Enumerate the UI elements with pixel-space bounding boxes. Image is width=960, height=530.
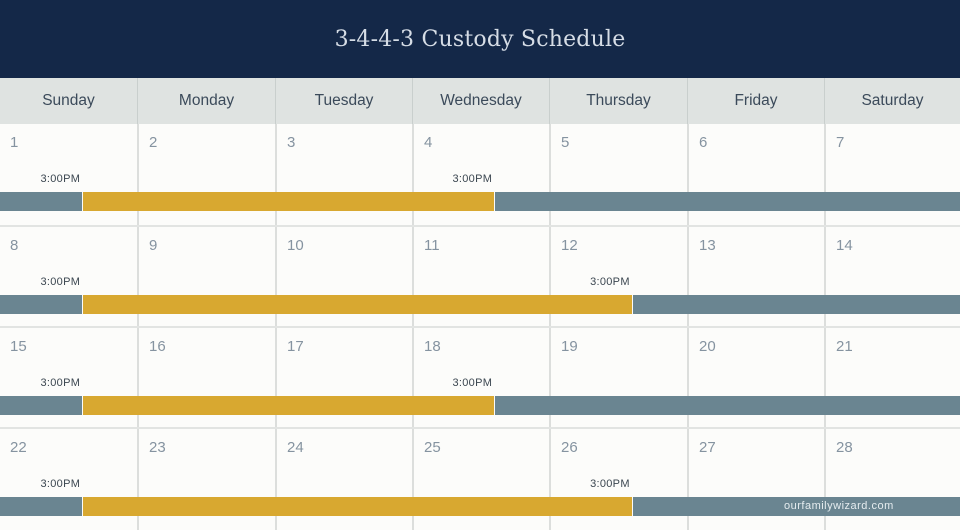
exchange-time-label: 3:00PM — [590, 276, 630, 288]
custody-bar-parent-a — [632, 295, 960, 314]
day-number: 2 — [149, 134, 158, 151]
custody-bar-parent-a — [0, 396, 83, 415]
custody-bar-parent-a — [0, 192, 83, 211]
day-number: 23 — [149, 439, 166, 456]
day-number: 4 — [424, 134, 433, 151]
day-number: 22 — [10, 439, 27, 456]
week-row: 8 9 10 11 12 13 14 3:00PM 3:00PM — [0, 225, 960, 328]
day-number: 1 — [10, 134, 19, 151]
week-row: 1 2 3 4 5 6 7 3:00PM 3:00PM — [0, 124, 960, 225]
custody-bar-parent-a — [495, 192, 960, 211]
day-header-thursday: Thursday — [549, 78, 687, 124]
day-number: 14 — [836, 237, 853, 254]
day-number: 8 — [10, 237, 19, 254]
day-number: 5 — [561, 134, 570, 151]
day-number: 24 — [287, 439, 304, 456]
day-number: 13 — [699, 237, 716, 254]
day-number: 19 — [561, 338, 578, 355]
day-number: 28 — [836, 439, 853, 456]
page-title: 3-4-4-3 Custody Schedule — [334, 26, 626, 52]
day-number: 12 — [561, 237, 578, 254]
calendar-grid: 1 2 3 4 5 6 7 3:00PM 3:00PM 8 9 10 11 12 13 14 3:00PM 3:0… — [0, 124, 960, 530]
day-number: 3 — [287, 134, 296, 151]
day-header-saturday: Saturday — [824, 78, 960, 124]
exchange-time-label: 3:00PM — [452, 173, 493, 185]
custody-bar-parent-b — [83, 396, 495, 415]
day-number: 21 — [836, 338, 853, 355]
day-number: 20 — [699, 338, 716, 355]
custody-bar-parent-b — [83, 295, 632, 314]
day-number: 11 — [424, 237, 440, 254]
custody-bar-parent-a — [0, 295, 83, 314]
custody-bar-parent-a — [0, 497, 83, 516]
day-number: 16 — [149, 338, 166, 355]
exchange-time-label: 3:00PM — [40, 173, 81, 185]
custody-bar-parent-b — [83, 497, 632, 516]
custody-bar-parent-b — [83, 192, 495, 211]
day-number: 26 — [561, 439, 578, 456]
exchange-time-label: 3:00PM — [40, 377, 81, 389]
day-header-tuesday: Tuesday — [275, 78, 412, 124]
day-header-wednesday: Wednesday — [412, 78, 549, 124]
day-number: 17 — [287, 338, 304, 355]
day-number: 6 — [699, 134, 708, 151]
watermark: ourfamilywizard.com — [784, 500, 894, 512]
week-row: 22 23 24 25 26 27 28 3:00PM 3:00PM ourfamilywizar… — [0, 427, 960, 530]
day-header-friday: Friday — [687, 78, 824, 124]
day-number: 15 — [10, 338, 27, 355]
day-header-sunday: Sunday — [42, 92, 95, 109]
day-header-row: Sunday Monday Tuesday Wednesday Thursday Frid… — [0, 78, 960, 124]
day-header-monday: Monday — [137, 78, 275, 124]
exchange-time-label: 3:00PM — [590, 478, 630, 490]
custody-bar-parent-a — [495, 396, 960, 415]
exchange-time-label: 3:00PM — [452, 377, 493, 389]
title-bar: 3-4-4-3 Custody Schedule — [0, 0, 960, 78]
day-number: 10 — [287, 237, 304, 254]
week-row: 15 16 17 18 19 20 21 3:00PM 3:00PM — [0, 326, 960, 429]
day-number: 9 — [149, 237, 158, 254]
day-number: 27 — [699, 439, 716, 456]
day-number: 7 — [836, 134, 845, 151]
day-number: 18 — [424, 338, 441, 355]
exchange-time-label: 3:00PM — [40, 478, 81, 490]
exchange-time-label: 3:00PM — [40, 276, 81, 288]
day-number: 25 — [424, 439, 441, 456]
